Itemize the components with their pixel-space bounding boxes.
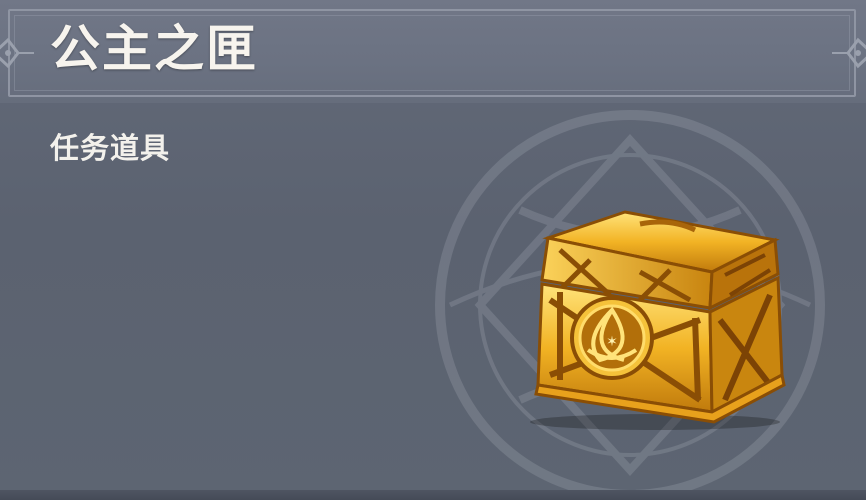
corner-ornament-left-icon	[0, 37, 34, 69]
item-header: 公主之匣	[0, 0, 866, 103]
svg-text:✶: ✶	[606, 334, 618, 350]
bottom-bar	[0, 490, 866, 500]
item-title: 公主之匣	[50, 20, 258, 78]
corner-ornament-right-icon	[832, 37, 866, 69]
treasure-chest-icon: ✶	[530, 210, 786, 430]
item-detail-card: 公主之匣 任务道具 ✶	[0, 0, 866, 500]
item-category: 任务道具	[50, 131, 171, 165]
